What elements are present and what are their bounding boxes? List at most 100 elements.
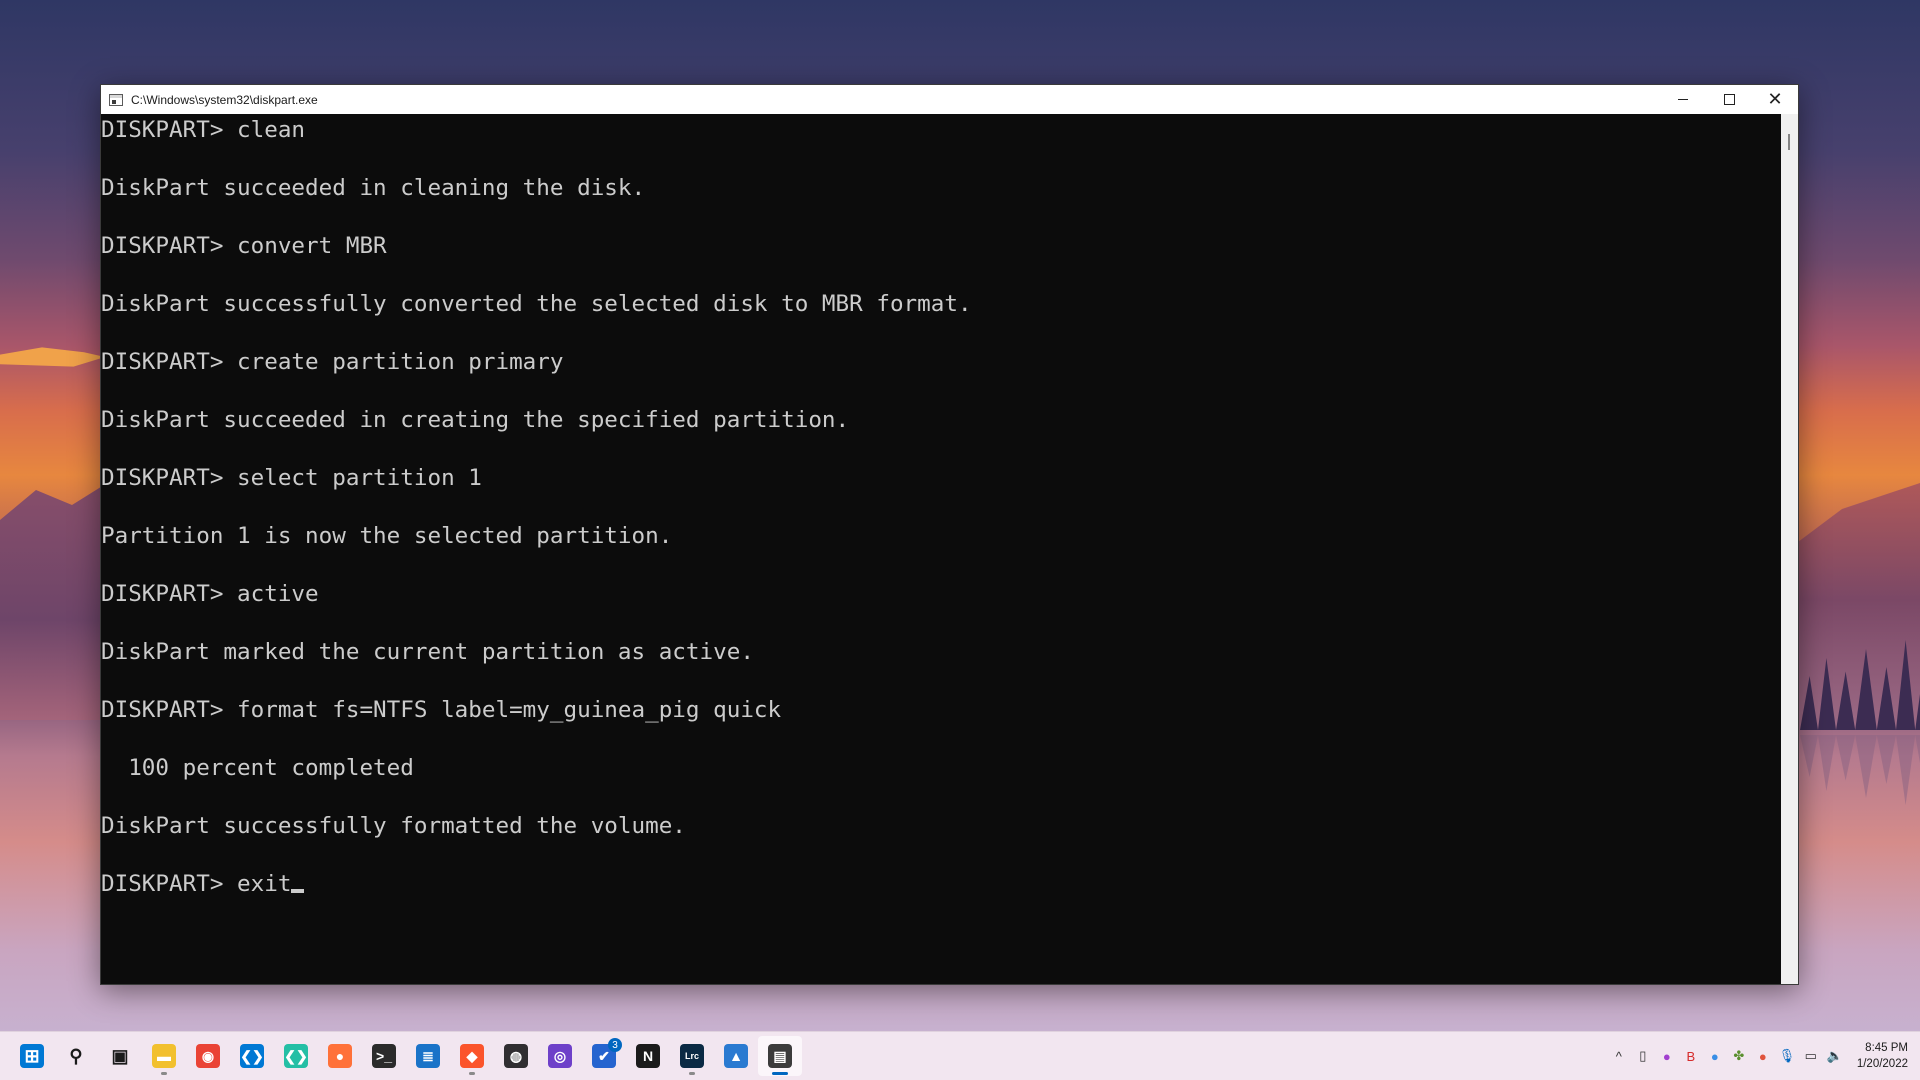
notion-icon: N	[636, 1044, 660, 1068]
vscode-taskbar-button[interactable]: ❮❯	[230, 1036, 274, 1076]
console-line: DISKPART> create partition primary	[101, 349, 564, 375]
terminal-taskbar-button[interactable]: >_	[362, 1036, 406, 1076]
system-tray: ^ ▯ ● B ● ✤ ● 🎙 ▭ 🔈 8:45 PM 1/20/2022	[1607, 1032, 1908, 1080]
notification-badge: 3	[608, 1038, 622, 1052]
tray-app-3-icon[interactable]: ●	[1704, 1045, 1726, 1067]
console-line: DISKPART> format fs=NTFS label=my_guinea…	[101, 697, 782, 723]
console-line: DiskPart marked the current partition as…	[101, 639, 754, 665]
tray-icons: ^ ▯ ● B ● ✤ ● 🎙 ▭ 🔈	[1607, 1045, 1847, 1067]
window-title: C:\Windows\system32\diskpart.exe	[131, 92, 318, 107]
console-line: DISKPART> clean	[101, 117, 306, 143]
scrollbar[interactable]	[1781, 114, 1798, 984]
taskbar: ⊞ ⚲ ▣ ▬ ◉ ❮❯ ❮❯ ● >_ ≣ ◆ ◍ ◎ ✔ 3 N Lrc ▲ ▤ ^ ▯ ● B ● ✤ ● 🎙 ▭ 🔈 8:45…	[0, 1031, 1920, 1080]
notion-taskbar-button[interactable]: N	[626, 1036, 670, 1076]
github-desktop-taskbar-button[interactable]: ◎	[538, 1036, 582, 1076]
firefox-taskbar-button[interactable]: ●	[318, 1036, 362, 1076]
console-app-icon[interactable]	[109, 93, 123, 106]
console-line: DiskPart successfully formatted the volu…	[101, 813, 686, 839]
console-output[interactable]: DISKPART> clean DiskPart succeeded in cle…	[101, 114, 1781, 984]
github-desktop-icon: ◎	[548, 1044, 572, 1068]
console-line: DISKPART> active	[101, 581, 319, 607]
clock-date: 1/20/2022	[1856, 1058, 1908, 1070]
start-taskbar-button[interactable]: ⊞	[10, 1036, 54, 1076]
clock[interactable]: 8:45 PM 1/20/2022	[1857, 1040, 1908, 1072]
maximize-button[interactable]	[1706, 85, 1752, 114]
vscode-insiders-icon: ❮❯	[284, 1044, 308, 1068]
console-line: DiskPart succeeded in creating the speci…	[101, 407, 850, 433]
brave-icon: ◆	[460, 1044, 484, 1068]
clock-time: 8:45 PM	[1865, 1042, 1908, 1054]
chrome-taskbar-button[interactable]: ◉	[186, 1036, 230, 1076]
task-view-taskbar-button[interactable]: ▣	[98, 1036, 142, 1076]
vscode-icon: ❮❯	[240, 1044, 264, 1068]
volume-icon[interactable]: 🔈	[1824, 1045, 1846, 1067]
text-cursor	[291, 889, 305, 893]
photos-taskbar-button[interactable]: ▲	[714, 1036, 758, 1076]
todo-taskbar-button[interactable]: ✔ 3	[582, 1036, 626, 1076]
tray-app-4-icon[interactable]: ✤	[1728, 1045, 1750, 1067]
network-icon[interactable]: ▭	[1800, 1045, 1822, 1067]
tray-app-5-icon[interactable]: ●	[1752, 1045, 1774, 1067]
command-prompt-taskbar-button[interactable]: ▤	[758, 1036, 802, 1076]
search-icon: ⚲	[69, 1045, 83, 1066]
close-icon: ✕	[1767, 89, 1783, 109]
tray-app-2-icon[interactable]: B	[1680, 1045, 1702, 1067]
console-line: DISKPART> convert MBR	[101, 233, 387, 259]
running-indicator	[772, 1072, 788, 1075]
running-indicator	[469, 1072, 475, 1075]
vscode-insiders-taskbar-button[interactable]: ❮❯	[274, 1036, 318, 1076]
file-explorer-taskbar-button[interactable]: ▬	[142, 1036, 186, 1076]
console-line: DISKPART> exit	[101, 870, 1781, 899]
console-line: Partition 1 is now the selected partitio…	[101, 523, 673, 549]
lightroom-taskbar-button[interactable]: Lrc	[670, 1036, 714, 1076]
minimize-button[interactable]	[1660, 85, 1706, 114]
lightroom-icon: Lrc	[680, 1044, 704, 1068]
start-icon: ⊞	[20, 1044, 44, 1068]
running-indicator	[689, 1072, 695, 1075]
notepad-icon: ≣	[416, 1044, 440, 1068]
console-line: DiskPart succeeded in cleaning the disk.	[101, 175, 646, 201]
window-controls: ✕	[1660, 85, 1798, 114]
search-taskbar-button[interactable]: ⚲	[54, 1036, 98, 1076]
title-bar[interactable]: C:\Windows\system32\diskpart.exe ✕	[101, 85, 1798, 114]
running-indicator	[161, 1072, 167, 1075]
maximize-icon	[1723, 94, 1735, 105]
firefox-icon: ●	[328, 1044, 352, 1068]
obs-taskbar-button[interactable]: ◍	[494, 1036, 538, 1076]
close-button[interactable]: ✕	[1752, 85, 1798, 114]
diskpart-window: C:\Windows\system32\diskpart.exe ✕ DISKP…	[100, 84, 1799, 985]
console-line: DISKPART> select partition 1	[101, 465, 482, 491]
brave-taskbar-button[interactable]: ◆	[450, 1036, 494, 1076]
console-line: 100 percent completed	[101, 755, 414, 781]
photos-icon: ▲	[724, 1044, 748, 1068]
notepad-taskbar-button[interactable]: ≣	[406, 1036, 450, 1076]
obs-icon: ◍	[504, 1044, 528, 1068]
usb-icon[interactable]: ▯	[1632, 1045, 1654, 1067]
microphone-icon[interactable]: 🎙	[1776, 1045, 1798, 1067]
taskbar-apps: ⊞ ⚲ ▣ ▬ ◉ ❮❯ ❮❯ ● >_ ≣ ◆ ◍ ◎ ✔ 3 N Lrc ▲ ▤	[10, 1036, 802, 1076]
terminal-icon: >_	[372, 1044, 396, 1068]
console-line: DiskPart successfully converted the sele…	[101, 291, 972, 317]
wallpaper-trees-reflection	[1800, 735, 1920, 805]
command-prompt-icon: ▤	[768, 1044, 792, 1068]
file-explorer-icon: ▬	[152, 1044, 176, 1068]
task-view-icon: ▣	[111, 1045, 129, 1066]
tray-app-1-icon[interactable]: ●	[1656, 1045, 1678, 1067]
scrollbar-thumb[interactable]	[1788, 134, 1790, 150]
wallpaper-cloud	[0, 347, 105, 367]
show-hidden-icons-icon[interactable]: ^	[1608, 1045, 1630, 1067]
minimize-icon	[1678, 99, 1688, 100]
